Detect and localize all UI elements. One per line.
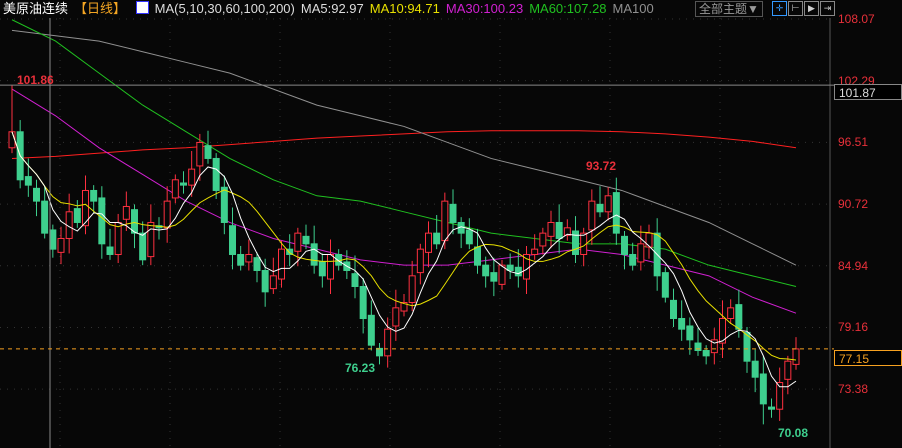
candlestick-chart[interactable]: 101.86 93.72 76.23 70.08 bbox=[0, 0, 902, 448]
y-tick-label: 108.07 bbox=[838, 12, 875, 26]
candle-body bbox=[588, 200, 596, 231]
candle-body bbox=[98, 197, 106, 245]
candle-body bbox=[735, 304, 743, 330]
y-tick-label: 90.72 bbox=[838, 197, 869, 212]
candle-body bbox=[792, 348, 800, 365]
candle-body bbox=[318, 261, 326, 277]
candle-body bbox=[122, 205, 130, 220]
candle-body bbox=[425, 232, 432, 253]
candle-body bbox=[302, 235, 310, 245]
ma60-line bbox=[11, 19, 797, 287]
candle-body bbox=[8, 131, 16, 149]
candle-body bbox=[278, 248, 285, 280]
candle-body bbox=[621, 235, 628, 255]
ma100-line bbox=[11, 29, 797, 266]
candle-body bbox=[612, 192, 620, 234]
candle-body bbox=[670, 299, 677, 320]
candle-body bbox=[269, 275, 277, 290]
candle-body bbox=[310, 243, 318, 266]
candle-body bbox=[24, 176, 32, 186]
chart-window: 美原油连续 【日线】 MA(5,10,30,60,100,200) MA5:92.9… bbox=[0, 0, 902, 448]
candle-body bbox=[294, 232, 302, 252]
crosshair-price-box: 101.87 bbox=[834, 84, 902, 101]
candle-body bbox=[245, 253, 253, 263]
candle-body bbox=[49, 229, 57, 250]
candle-body bbox=[212, 157, 220, 191]
candle-body bbox=[180, 182, 187, 186]
candle-body bbox=[139, 232, 147, 261]
candle-body bbox=[547, 221, 555, 237]
candle-body bbox=[171, 179, 179, 199]
candle-body bbox=[514, 266, 522, 277]
candle-body bbox=[41, 200, 49, 234]
candle-body bbox=[188, 168, 196, 186]
candle-body bbox=[555, 221, 563, 239]
candle-body bbox=[33, 187, 40, 202]
candle-body bbox=[604, 195, 612, 213]
y-tick-label: 73.38 bbox=[838, 382, 869, 397]
candle-body bbox=[490, 272, 498, 282]
candle-body bbox=[751, 360, 759, 378]
candle-body bbox=[784, 360, 792, 380]
candle-body bbox=[359, 285, 367, 320]
candle-body bbox=[416, 248, 424, 274]
candle-body bbox=[90, 189, 98, 202]
candle-body bbox=[637, 243, 645, 263]
candle-body bbox=[678, 318, 686, 330]
candle-body bbox=[327, 253, 334, 280]
last-price-box: 77.15 bbox=[834, 349, 902, 366]
candle-body bbox=[433, 232, 441, 245]
y-tick-label: 96.51 bbox=[838, 135, 869, 150]
y-tick-label: 84.94 bbox=[838, 258, 869, 273]
candle-body bbox=[449, 203, 457, 223]
candle-body bbox=[204, 145, 212, 159]
candle-body bbox=[220, 186, 228, 223]
ma30-line bbox=[11, 88, 797, 314]
candle-body bbox=[73, 208, 81, 223]
candle-body bbox=[629, 253, 637, 266]
candle-body bbox=[351, 273, 359, 287]
candle-body bbox=[163, 200, 171, 229]
price-annotation: 101.86 bbox=[17, 73, 54, 87]
candle-body bbox=[253, 257, 261, 271]
price-annotation: 93.72 bbox=[586, 159, 616, 173]
ma200-line bbox=[11, 130, 797, 159]
candle-body bbox=[465, 229, 473, 245]
candle-body bbox=[106, 246, 114, 255]
candle-body bbox=[114, 221, 122, 255]
candle-body bbox=[131, 209, 138, 234]
candle-body bbox=[376, 347, 383, 357]
candle-body bbox=[727, 307, 735, 320]
candle-body bbox=[57, 237, 65, 253]
price-annotation: 76.23 bbox=[345, 361, 375, 375]
candle-body bbox=[392, 307, 400, 327]
candle-body bbox=[441, 200, 449, 242]
candle-body bbox=[237, 253, 245, 266]
candle-body bbox=[759, 373, 767, 405]
candle-body bbox=[147, 221, 155, 258]
candle-body bbox=[482, 264, 490, 277]
price-annotation: 70.08 bbox=[778, 426, 808, 440]
candle-body bbox=[531, 248, 539, 255]
candle-body bbox=[539, 232, 547, 247]
candle-body bbox=[661, 272, 669, 298]
y-tick-label: 79.16 bbox=[838, 320, 869, 335]
candle-body bbox=[384, 328, 392, 357]
candle-body bbox=[645, 232, 653, 248]
candle-body bbox=[408, 275, 416, 304]
candle-body bbox=[596, 203, 604, 213]
candle-body bbox=[474, 246, 481, 266]
candle-body bbox=[196, 141, 204, 167]
candle-body bbox=[261, 269, 269, 293]
candle-body bbox=[229, 225, 236, 255]
candle-body bbox=[686, 325, 694, 341]
candle-body bbox=[702, 350, 710, 357]
candle-body bbox=[768, 406, 775, 410]
candle-body bbox=[367, 314, 375, 346]
